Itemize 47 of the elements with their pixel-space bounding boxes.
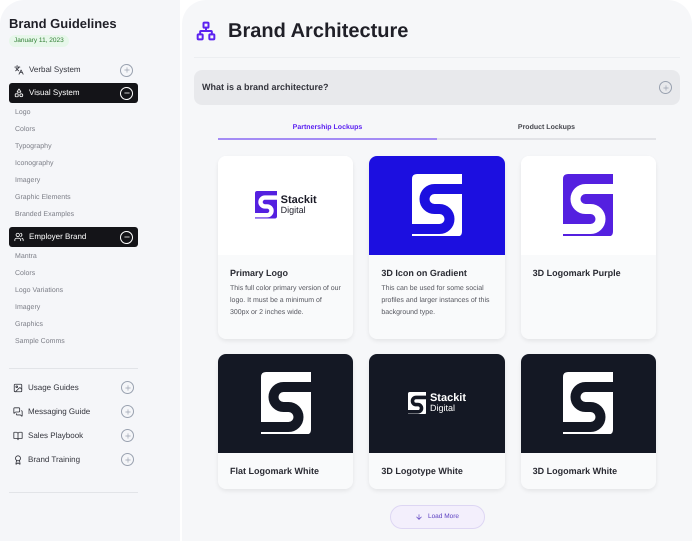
expand-icon[interactable] — [121, 429, 134, 442]
nav-section[interactable]: Visual System — [9, 83, 138, 103]
nav-section[interactable]: Employer Brand — [9, 227, 138, 247]
s-logo-icon — [254, 191, 277, 219]
logo-card[interactable]: Flat Logomark White — [218, 354, 354, 488]
guide-icon — [13, 430, 23, 440]
expand-icon[interactable] — [120, 64, 133, 76]
card-title: 3D Logomark Purple — [532, 266, 622, 280]
section-icon — [14, 232, 24, 242]
s-logo-icon — [563, 174, 614, 236]
s-logo-icon — [412, 174, 462, 236]
wordmark-subline: Digital — [280, 206, 307, 215]
collapse-icon[interactable] — [120, 86, 133, 100]
nav-section[interactable]: Sales Playbook — [9, 429, 138, 442]
collapse-icon[interactable] — [120, 230, 133, 244]
section-icon — [14, 65, 24, 75]
expand-icon[interactable] — [121, 381, 134, 394]
nav-section[interactable]: Messaging Guide — [9, 405, 138, 418]
guide-icon — [13, 454, 23, 464]
s-logo-icon — [563, 372, 614, 434]
hierarchy-icon — [196, 21, 216, 41]
card-title: 3D Logomark White — [532, 464, 618, 478]
nav-section[interactable]: Verbal System — [9, 60, 138, 80]
arrow-down-icon — [414, 512, 423, 520]
wordmark: Stackit — [430, 393, 466, 404]
page-title: Brand Architecture — [228, 19, 408, 44]
section-icon — [14, 88, 24, 98]
nav-section[interactable]: Brand Training — [9, 453, 138, 466]
wordmark: Stackit — [280, 195, 317, 206]
wordmark-subline: Digital — [430, 404, 456, 413]
guide-icon — [13, 382, 23, 392]
faq-accordion[interactable]: What is a brand architecture? — [194, 70, 680, 105]
sidebar-title: Brand Guidelines — [9, 16, 118, 32]
logo-card[interactable]: Stackit Digital 3D Logotype White — [369, 354, 505, 488]
card-title: 3D Icon on Gradient — [381, 266, 468, 280]
nav-section[interactable]: Usage Guides — [9, 381, 138, 394]
expand-icon[interactable] — [121, 453, 134, 466]
card-title: 3D Logotype White — [381, 464, 464, 478]
expand-icon[interactable] — [659, 81, 672, 94]
guide-icon — [13, 406, 23, 416]
card-title: Flat Logomark White — [230, 464, 320, 478]
logo-card[interactable]: 3D Logomark White — [520, 354, 656, 488]
expand-icon[interactable] — [121, 405, 134, 418]
logo-card[interactable]: 3D Logomark Purple — [520, 156, 656, 338]
s-logo-icon — [260, 372, 311, 434]
card-title: Primary Logo — [230, 266, 290, 280]
s-logo-icon — [408, 392, 426, 414]
